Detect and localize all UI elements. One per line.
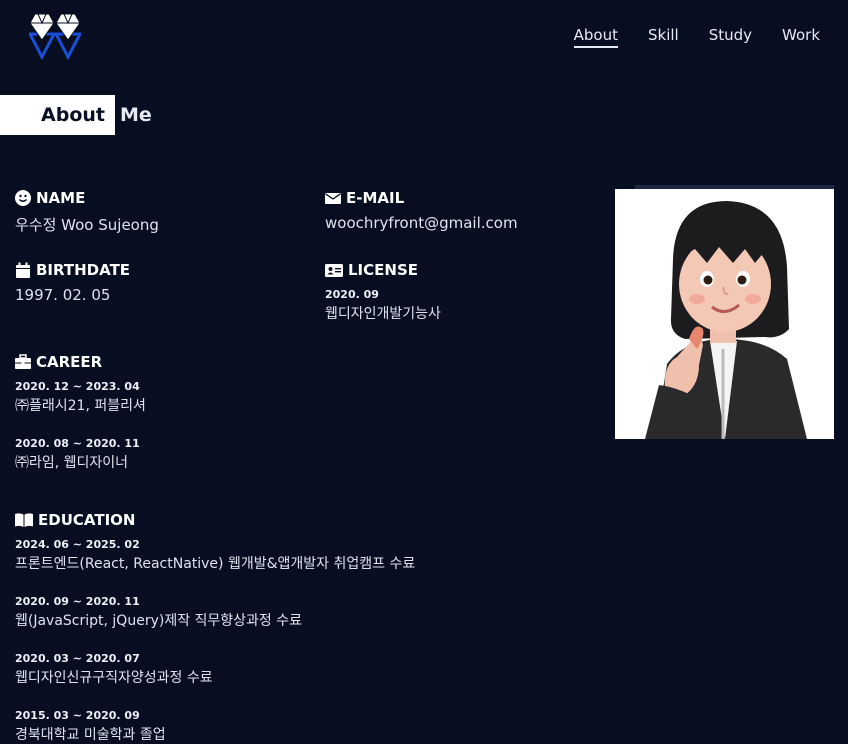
career-item: 2020. 08 ~ 2020. 11 ㈜라임, 웹디자이너 bbox=[15, 437, 146, 472]
education-item: 2020. 09 ~ 2020. 11 웹(JavaScript, jQuery… bbox=[15, 595, 415, 630]
education-desc: 웹(JavaScript, jQuery)제작 직무향상과정 수료 bbox=[15, 613, 303, 629]
name-label: NAME bbox=[36, 189, 86, 207]
main-nav: About Skill Study Work bbox=[573, 26, 820, 48]
birthdate-label: BIRTHDATE bbox=[36, 261, 131, 279]
id-card-icon bbox=[325, 264, 343, 277]
diamond-w-logo-icon bbox=[27, 13, 83, 61]
section-title-rest: Me bbox=[120, 104, 152, 126]
education-date: 2020. 03 ~ 2020. 07 bbox=[15, 652, 140, 665]
email-field: E-MAIL woochryfront@gmail.com bbox=[325, 189, 518, 232]
education-label: EDUCATION bbox=[38, 511, 136, 529]
career-field: CAREER 2020. 12 ~ 2023. 04 ㈜플래시21, 퍼블리셔 … bbox=[15, 353, 146, 472]
education-date: 2015. 03 ~ 2020. 09 bbox=[15, 709, 140, 722]
career-date: 2020. 08 ~ 2020. 11 bbox=[15, 437, 140, 450]
name-field: NAME 우수정 Woo Sujeong bbox=[15, 189, 159, 235]
education-item: 2024. 06 ~ 2025. 02 프론트엔드(React, ReactNa… bbox=[15, 538, 415, 573]
license-date: 2020. 09 bbox=[325, 288, 379, 301]
career-item: 2020. 12 ~ 2023. 04 ㈜플래시21, 퍼블리셔 bbox=[15, 380, 146, 415]
envelope-icon bbox=[325, 193, 341, 204]
career-date: 2020. 12 ~ 2023. 04 bbox=[15, 380, 140, 393]
logo[interactable] bbox=[27, 10, 83, 61]
education-date: 2024. 06 ~ 2025. 02 bbox=[15, 538, 140, 551]
section-title-box: About bbox=[0, 95, 115, 135]
license-value: 웹디자인개발기능사 bbox=[325, 306, 441, 322]
section-title: About Me bbox=[0, 95, 152, 135]
nav-study[interactable]: Study bbox=[709, 26, 752, 48]
career-desc: ㈜플래시21, 퍼블리셔 bbox=[15, 398, 146, 414]
nav-work[interactable]: Work bbox=[782, 26, 820, 48]
education-item: 2015. 03 ~ 2020. 09 경북대학교 미술학과 졸업 bbox=[15, 709, 415, 744]
birthdate-value: 1997. 02. 05 bbox=[15, 286, 111, 304]
profile-photo bbox=[615, 189, 834, 439]
email-label: E-MAIL bbox=[346, 189, 405, 207]
smile-icon bbox=[15, 190, 31, 206]
email-value[interactable]: woochryfront@gmail.com bbox=[325, 214, 518, 232]
education-date: 2020. 09 ~ 2020. 11 bbox=[15, 595, 140, 608]
nav-about[interactable]: About bbox=[573, 26, 618, 48]
calendar-icon bbox=[16, 262, 30, 278]
education-item: 2020. 03 ~ 2020. 07 웹디자인신규구직자양성과정 수료 bbox=[15, 652, 415, 687]
nav-skill[interactable]: Skill bbox=[648, 26, 679, 48]
education-desc: 프론트엔드(React, ReactNative) 웹개발&앱개발자 취업캠프 … bbox=[15, 556, 416, 572]
education-desc: 경북대학교 미술학과 졸업 bbox=[15, 727, 166, 743]
book-icon bbox=[15, 513, 33, 527]
license-label: LICENSE bbox=[348, 261, 418, 279]
license-field: LICENSE 2020. 09 웹디자인개발기능사 bbox=[325, 261, 441, 323]
education-desc: 웹디자인신규구직자양성과정 수료 bbox=[15, 670, 213, 686]
career-desc: ㈜라임, 웹디자이너 bbox=[15, 455, 129, 471]
career-label: CAREER bbox=[36, 353, 103, 371]
education-field: EDUCATION 2024. 06 ~ 2025. 02 프론트엔드(Reac… bbox=[15, 511, 415, 744]
name-value: 우수정 Woo Sujeong bbox=[15, 216, 159, 234]
briefcase-icon bbox=[15, 354, 31, 369]
avatar-illustration bbox=[645, 201, 807, 439]
birthdate-field: BIRTHDATE 1997. 02. 05 bbox=[15, 261, 130, 304]
